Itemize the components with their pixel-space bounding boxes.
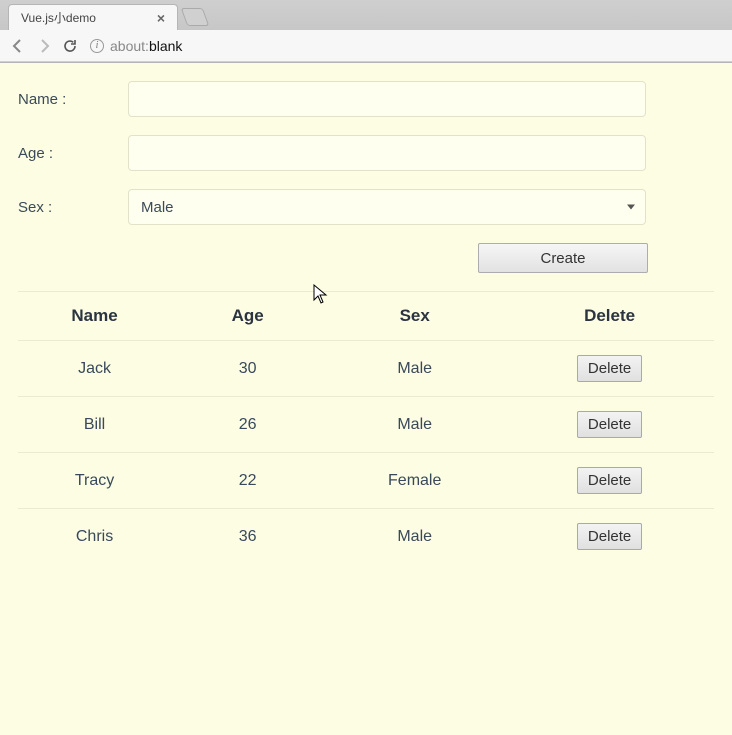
form-row-name: Name : bbox=[18, 81, 714, 117]
info-icon[interactable]: i bbox=[90, 39, 104, 53]
cell-sex: Male bbox=[324, 341, 505, 397]
col-sex: Sex bbox=[324, 292, 505, 341]
browser-chrome: Vue.js小demo × i about:blank bbox=[0, 0, 732, 63]
forward-button[interactable] bbox=[36, 38, 52, 54]
delete-button[interactable]: Delete bbox=[577, 467, 642, 494]
tab-bar: Vue.js小demo × bbox=[0, 0, 732, 30]
cell-delete: Delete bbox=[505, 509, 714, 565]
page-content: Name : Age : Sex : Male Create Name Age … bbox=[0, 63, 732, 735]
table-row: Jack30Male Delete bbox=[18, 341, 714, 397]
cell-name: Bill bbox=[18, 397, 171, 453]
create-button[interactable]: Create bbox=[478, 243, 648, 273]
cell-name: Tracy bbox=[18, 453, 171, 509]
age-input[interactable] bbox=[128, 135, 646, 171]
sex-selected-value: Male bbox=[141, 199, 174, 216]
cell-delete: Delete bbox=[505, 341, 714, 397]
chevron-down-icon bbox=[627, 205, 635, 210]
form-row-age: Age : bbox=[18, 135, 714, 171]
col-age: Age bbox=[171, 292, 324, 341]
cell-name: Jack bbox=[18, 341, 171, 397]
table-row: Tracy22Female Delete bbox=[18, 453, 714, 509]
reload-icon bbox=[62, 38, 78, 54]
people-table: Name Age Sex Delete Jack30MaleDeleteBill… bbox=[18, 291, 714, 564]
table-row: Bill26Male Delete bbox=[18, 397, 714, 453]
new-tab-button[interactable] bbox=[181, 8, 210, 26]
col-delete: Delete bbox=[505, 292, 714, 341]
table-row: Chris36Male Delete bbox=[18, 509, 714, 565]
delete-button[interactable]: Delete bbox=[577, 411, 642, 438]
cell-delete: Delete bbox=[505, 397, 714, 453]
arrow-left-icon bbox=[10, 38, 26, 54]
address-bar[interactable]: i about:blank bbox=[88, 38, 722, 54]
close-tab-icon[interactable]: × bbox=[157, 10, 165, 26]
cell-sex: Female bbox=[324, 453, 505, 509]
col-name: Name bbox=[18, 292, 171, 341]
browser-tab[interactable]: Vue.js小demo × bbox=[8, 4, 178, 30]
delete-button[interactable]: Delete bbox=[577, 355, 642, 382]
table-header-row: Name Age Sex Delete bbox=[18, 292, 714, 341]
back-button[interactable] bbox=[10, 38, 26, 54]
sex-label: Sex : bbox=[18, 199, 128, 216]
sex-select[interactable]: Male bbox=[128, 189, 646, 225]
form-row-sex: Sex : Male bbox=[18, 189, 714, 225]
tab-title: Vue.js小demo bbox=[21, 9, 96, 26]
name-input[interactable] bbox=[128, 81, 646, 117]
cell-sex: Male bbox=[324, 509, 505, 565]
toolbar: i about:blank bbox=[0, 30, 732, 62]
cell-delete: Delete bbox=[505, 453, 714, 509]
arrow-right-icon bbox=[36, 38, 52, 54]
cell-name: Chris bbox=[18, 509, 171, 565]
cell-sex: Male bbox=[324, 397, 505, 453]
age-label: Age : bbox=[18, 145, 128, 162]
cell-age: 36 bbox=[171, 509, 324, 565]
reload-button[interactable] bbox=[62, 38, 78, 54]
cell-age: 30 bbox=[171, 341, 324, 397]
url-text: about:blank bbox=[110, 38, 182, 54]
delete-button[interactable]: Delete bbox=[577, 523, 642, 550]
cell-age: 26 bbox=[171, 397, 324, 453]
name-label: Name : bbox=[18, 91, 128, 108]
cell-age: 22 bbox=[171, 453, 324, 509]
create-row: Create bbox=[18, 243, 714, 273]
